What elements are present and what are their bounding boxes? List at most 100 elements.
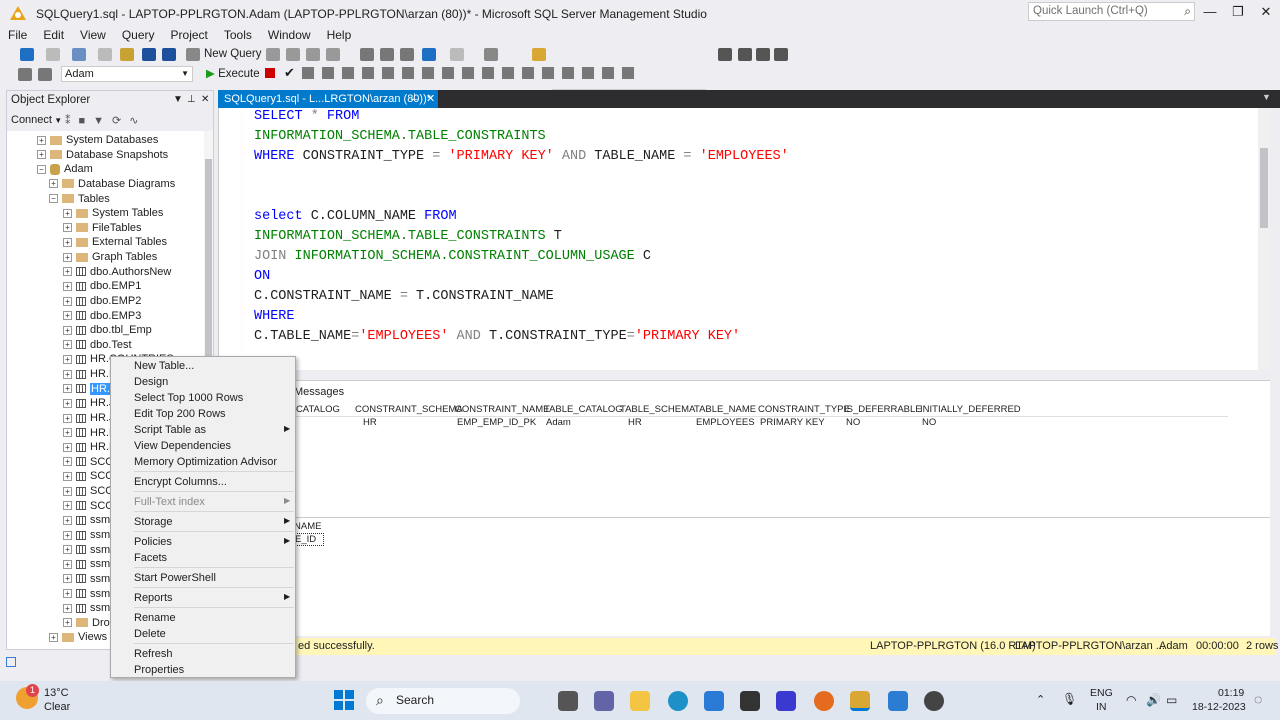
expand-icon[interactable]: + [63, 618, 72, 628]
context-menu-item[interactable]: Reports ▶ [134, 592, 290, 604]
connect-icon[interactable] [18, 68, 32, 81]
context-menu-item[interactable]: Delete [134, 628, 166, 640]
grid-cell[interactable]: EMPLOYEES [696, 417, 755, 428]
context-menu-item[interactable]: Script Table as ▶ [134, 424, 290, 436]
grid-cell[interactable]: NO [846, 417, 860, 428]
tab-list-chevron-icon[interactable]: ▼ [1262, 92, 1271, 102]
connect-button[interactable]: Connect [11, 114, 52, 126]
expand-icon[interactable]: + [63, 311, 72, 321]
menu-help[interactable]: Help [319, 27, 360, 43]
grid-column-header[interactable]: TABLE_CATALOG [544, 404, 623, 415]
expand-icon[interactable]: + [63, 296, 72, 306]
save-icon[interactable] [142, 48, 156, 61]
context-menu-item[interactable]: Policies ▶ [134, 536, 290, 548]
tree-node[interactable]: + FileTables [63, 221, 142, 236]
menu-query[interactable]: Query [114, 27, 163, 43]
context-menu-item[interactable]: Encrypt Columns... [134, 476, 227, 488]
ssms-taskbar-icon[interactable] [850, 691, 870, 711]
clock-date[interactable]: 18-12-2023 [1192, 701, 1246, 713]
grid-cell[interactable]: HR [628, 417, 642, 428]
edge-icon[interactable] [668, 691, 688, 711]
activity-monitor-icon[interactable] [484, 48, 498, 61]
expand-icon[interactable]: + [63, 281, 72, 291]
app-icon[interactable] [740, 691, 760, 711]
grid-cell[interactable]: EMP_EMP_ID_PK [457, 417, 536, 428]
expand-icon[interactable]: + [63, 603, 72, 613]
obs-icon[interactable] [924, 691, 944, 711]
context-menu-item[interactable]: View Dependencies [134, 440, 231, 452]
tree-node[interactable]: + ssma [63, 557, 116, 572]
context-menu-item[interactable]: Properties [134, 664, 184, 676]
editor-scrollbar[interactable] [1258, 108, 1270, 370]
expand-icon[interactable]: + [63, 413, 72, 423]
expand-icon[interactable]: + [49, 179, 58, 189]
pin-icon[interactable]: ⊥ [187, 94, 196, 105]
expand-icon[interactable]: + [37, 150, 46, 160]
notification-icon[interactable]: ◌ [1254, 691, 1262, 707]
expand-icon[interactable]: + [63, 208, 72, 218]
tree-node[interactable]: + dbo.EMP3 [63, 309, 141, 324]
tree-node[interactable]: + Views [49, 630, 107, 645]
show-hidden-icons[interactable]: ⌃ [1036, 693, 1045, 706]
menu-project[interactable]: Project [163, 27, 216, 43]
menu-edit[interactable]: Edit [35, 27, 72, 43]
new-query-icon[interactable] [186, 48, 200, 61]
tree-node[interactable]: + Drop [63, 616, 116, 631]
undo-icon[interactable] [422, 48, 436, 61]
menu-view[interactable]: View [72, 27, 114, 43]
close-button[interactable]: ✕ [1252, 4, 1280, 22]
forward-icon[interactable] [46, 48, 60, 61]
tree-node[interactable]: + ssma [63, 572, 116, 587]
context-menu-item[interactable]: Edit Top 200 Rows [134, 408, 226, 420]
output-icon[interactable] [6, 657, 16, 667]
menu-file[interactable]: File [0, 27, 35, 43]
expand-icon[interactable]: + [49, 633, 58, 642]
tree-node[interactable]: + ssma [63, 587, 116, 602]
expand-icon[interactable]: + [63, 545, 72, 555]
query-options-icons[interactable] [302, 67, 642, 79]
tree-node[interactable]: + dbo.EMP1 [63, 279, 141, 294]
maximize-button[interactable]: ❐ [1224, 4, 1252, 22]
file-explorer-icon[interactable] [630, 691, 650, 711]
clock-time[interactable]: 01:19 [1218, 687, 1244, 699]
expand-icon[interactable]: + [63, 340, 72, 350]
vscode-icon[interactable] [776, 691, 796, 711]
expand-icon[interactable]: + [63, 384, 72, 394]
menu-tools[interactable]: Tools [216, 27, 260, 43]
expand-icon[interactable]: + [37, 135, 46, 145]
grid-column-header[interactable]: IS_DEFERRABLE [844, 404, 922, 415]
tree-node[interactable]: + Graph Tables [63, 250, 157, 265]
pin-icon[interactable]: ⊥ [410, 92, 419, 103]
expand-icon[interactable]: + [63, 325, 72, 335]
quick-launch-input[interactable]: Quick Launch (Ctrl+Q) ⌕ [1028, 2, 1195, 21]
available-databases-dropdown[interactable]: Adam ▼ [61, 66, 193, 82]
context-menu-item[interactable]: Start PowerShell [134, 572, 216, 584]
grid-column-header[interactable]: TABLE_NAME [694, 404, 756, 415]
paste-icon[interactable] [400, 48, 414, 61]
collapse-icon[interactable]: − [37, 164, 46, 174]
context-menu-item[interactable]: Select Top 1000 Rows [134, 392, 243, 404]
taskbar-search-box[interactable]: ⌕ Search [366, 688, 520, 714]
language-region[interactable]: IN [1096, 701, 1107, 713]
expand-icon[interactable]: + [63, 223, 72, 233]
grid-cell[interactable]: HR [363, 417, 377, 428]
firefox-icon[interactable] [814, 691, 834, 711]
dmx-query-icon[interactable] [306, 48, 320, 61]
new-query-button[interactable]: New Query [204, 48, 262, 60]
store-icon[interactable] [704, 691, 724, 711]
explorer-toolbar-icons[interactable]: ⁑■▼⟳∿ [65, 114, 146, 127]
menu-window[interactable]: Window [260, 27, 319, 43]
expand-icon[interactable]: + [63, 501, 72, 511]
expand-icon[interactable]: + [63, 530, 72, 540]
toolbox-icon[interactable] [756, 48, 770, 61]
add-item-icon[interactable] [98, 48, 112, 61]
expand-icon[interactable]: + [63, 486, 72, 496]
context-menu-item[interactable]: Refresh [134, 648, 173, 660]
expand-icon[interactable]: + [63, 369, 72, 379]
tree-node[interactable]: + dbo.AuthorsNew [63, 265, 171, 280]
notepad-icon[interactable] [888, 691, 908, 711]
battery-icon[interactable]: ▭ [1166, 693, 1177, 707]
context-menu-item[interactable]: Memory Optimization Advisor [134, 456, 277, 468]
tree-node[interactable]: + External Tables [63, 235, 167, 250]
grid-column-header[interactable]: CONSTRAINT_TYPE [758, 404, 850, 415]
